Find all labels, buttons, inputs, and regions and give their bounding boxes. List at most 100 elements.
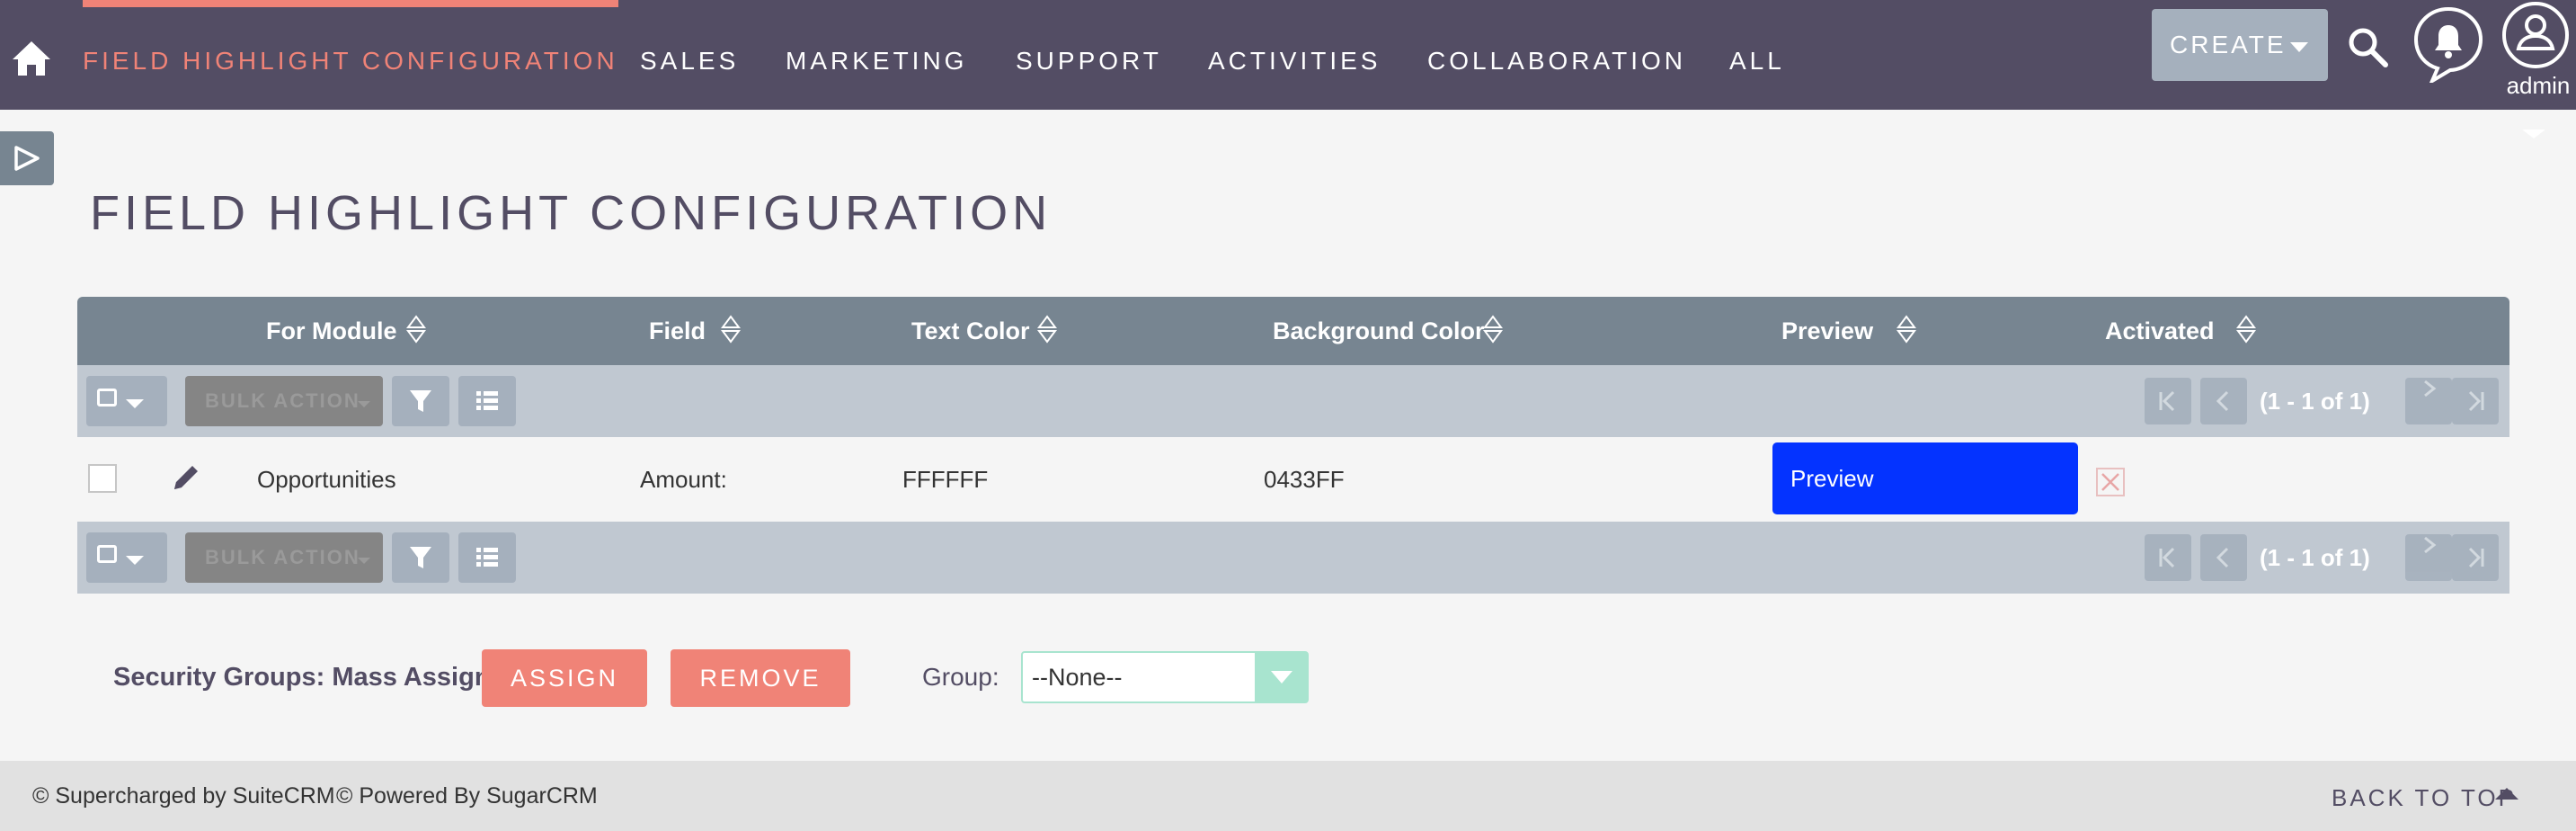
page-footer: © Supercharged by SuiteCRM © Powered By … — [0, 761, 2576, 831]
cell-background-color: 0433FF — [1264, 466, 1345, 493]
column-header-preview[interactable]: Preview — [1781, 297, 1873, 365]
nav-item-all[interactable]: ALL — [1729, 0, 1785, 110]
last-page-button[interactable] — [2452, 534, 2499, 581]
column-chooser-button[interactable] — [458, 376, 516, 426]
select-all-dropdown[interactable] — [86, 532, 167, 583]
checkbox-icon — [97, 545, 117, 563]
previous-page-button[interactable] — [2200, 534, 2247, 581]
chevron-down-icon — [358, 401, 370, 407]
remove-button[interactable]: REMOVE — [671, 649, 850, 707]
previous-page-button[interactable] — [2200, 378, 2247, 424]
first-page-button[interactable] — [2145, 378, 2191, 424]
page-title: FIELD HIGHLIGHT CONFIGURATION — [90, 186, 1053, 240]
group-select-value: --None-- — [1032, 664, 1123, 691]
cell-for-module[interactable]: Opportunities — [257, 437, 396, 522]
column-label: Background Color — [1273, 317, 1485, 344]
chevron-right-icon — [2424, 380, 2437, 398]
first-page-button[interactable] — [2145, 534, 2191, 581]
nav-item-sales[interactable]: SALES — [640, 0, 739, 110]
user-name-label[interactable]: admin — [2500, 72, 2576, 100]
column-header-activated[interactable]: Activated — [2105, 297, 2215, 365]
inactive-x-icon — [2096, 468, 2125, 496]
column-label: Preview — [1781, 317, 1874, 344]
cell-text-color: FFFFFF — [902, 466, 989, 493]
assign-button[interactable]: ASSIGN — [482, 649, 647, 707]
user-menu-chevron-icon[interactable] — [2522, 130, 2545, 138]
nav-item-marketing[interactable]: MARKETING — [786, 0, 967, 110]
top-navigation: FIELD HIGHLIGHT CONFIGURATION SALES MARK… — [0, 0, 2576, 110]
row-checkbox[interactable] — [88, 464, 117, 493]
pencil-edit-icon[interactable] — [171, 462, 201, 493]
chevron-right-icon — [2424, 536, 2437, 554]
nav-item-field-highlight-configuration[interactable]: FIELD HIGHLIGHT CONFIGURATION — [83, 0, 618, 110]
bulk-action-label: BULK ACTION — [205, 389, 360, 412]
column-label: Text Color — [911, 317, 1030, 344]
create-button-label: CREATE — [2170, 31, 2287, 58]
sort-icon[interactable] — [406, 315, 426, 344]
sort-icon[interactable] — [2236, 315, 2256, 344]
table-row: Opportunities Amount: FFFFFF 0433FF Prev… — [77, 437, 2509, 522]
group-select[interactable]: --None-- — [1021, 651, 1309, 703]
nav-item-collaboration[interactable]: COLLABORATION — [1427, 0, 1686, 110]
group-label: Group: — [922, 663, 999, 691]
preview-swatch: Preview — [1772, 442, 2078, 514]
sugarcrm-credit-link[interactable]: © Powered By SugarCRM — [336, 761, 598, 831]
last-page-button[interactable] — [2452, 378, 2499, 424]
next-page-button[interactable] — [2405, 534, 2452, 581]
home-icon[interactable] — [11, 38, 52, 79]
sidebar-toggle-button[interactable] — [0, 131, 54, 185]
filter-icon — [410, 547, 431, 568]
last-page-icon — [2468, 547, 2484, 568]
list-icon — [476, 391, 498, 410]
chevron-left-icon — [2216, 547, 2229, 568]
filter-button[interactable] — [392, 532, 449, 583]
filter-icon — [410, 390, 431, 412]
next-page-button[interactable] — [2405, 378, 2452, 424]
column-chooser-button[interactable] — [458, 532, 516, 583]
chevron-left-icon — [2216, 390, 2229, 412]
nav-item-activities[interactable]: ACTIVITIES — [1208, 0, 1381, 110]
last-page-icon — [2468, 390, 2484, 412]
checkbox-icon — [97, 389, 117, 407]
bulk-action-button[interactable]: BULK ACTION — [185, 532, 383, 583]
bulk-action-button[interactable]: BULK ACTION — [185, 376, 383, 426]
sort-icon[interactable] — [1483, 315, 1503, 344]
chevron-up-icon[interactable] — [2495, 788, 2518, 800]
list-icon — [476, 548, 498, 567]
back-to-top-link[interactable]: BACK TO TOP — [2332, 761, 2517, 831]
sort-icon[interactable] — [1896, 315, 1916, 344]
cell-field: Amount: — [640, 466, 727, 493]
bulk-action-label: BULK ACTION — [205, 546, 360, 568]
search-icon[interactable] — [2346, 25, 2389, 68]
chevron-down-icon — [2290, 42, 2308, 52]
column-label: For Module — [266, 317, 397, 344]
sort-icon[interactable] — [1037, 315, 1057, 344]
security-groups-mass-assign-label: Security Groups: Mass Assign — [113, 663, 491, 692]
column-header-text-color[interactable]: Text Color — [911, 297, 1030, 365]
filter-button[interactable] — [392, 376, 449, 426]
column-label: Field — [649, 317, 706, 344]
user-avatar-icon[interactable] — [2500, 0, 2571, 70]
nav-item-support[interactable]: SUPPORT — [1016, 0, 1162, 110]
column-header-background-color[interactable]: Background Color — [1273, 297, 1485, 365]
table-header: For Module Field Text Color Background C… — [77, 297, 2509, 365]
chevron-down-icon — [358, 558, 370, 564]
suitecrm-credit-link[interactable]: © Supercharged by SuiteCRM — [32, 761, 335, 831]
pagination-count: (1 - 1 of 1) — [2260, 544, 2370, 571]
column-label: Activated — [2105, 317, 2215, 344]
table-toolbar-bottom: BULK ACTION (1 - 1 of 1) — [77, 522, 2509, 594]
column-header-field[interactable]: Field — [649, 297, 706, 365]
column-header-for-module[interactable]: For Module — [266, 297, 396, 365]
sort-icon[interactable] — [721, 315, 741, 344]
chevron-down-icon — [126, 556, 144, 565]
group-select-toggle[interactable] — [1255, 653, 1307, 701]
pagination-count: (1 - 1 of 1) — [2260, 388, 2370, 415]
create-button[interactable]: CREATE — [2152, 9, 2328, 81]
table-toolbar-top: BULK ACTION (1 - 1 of 1) — [77, 365, 2509, 437]
notification-bell-icon[interactable] — [2412, 5, 2484, 83]
select-all-dropdown[interactable] — [86, 376, 167, 426]
first-page-icon — [2159, 547, 2175, 568]
play-arrow-icon — [14, 146, 40, 171]
chevron-down-icon — [1271, 671, 1292, 684]
first-page-icon — [2159, 390, 2175, 412]
